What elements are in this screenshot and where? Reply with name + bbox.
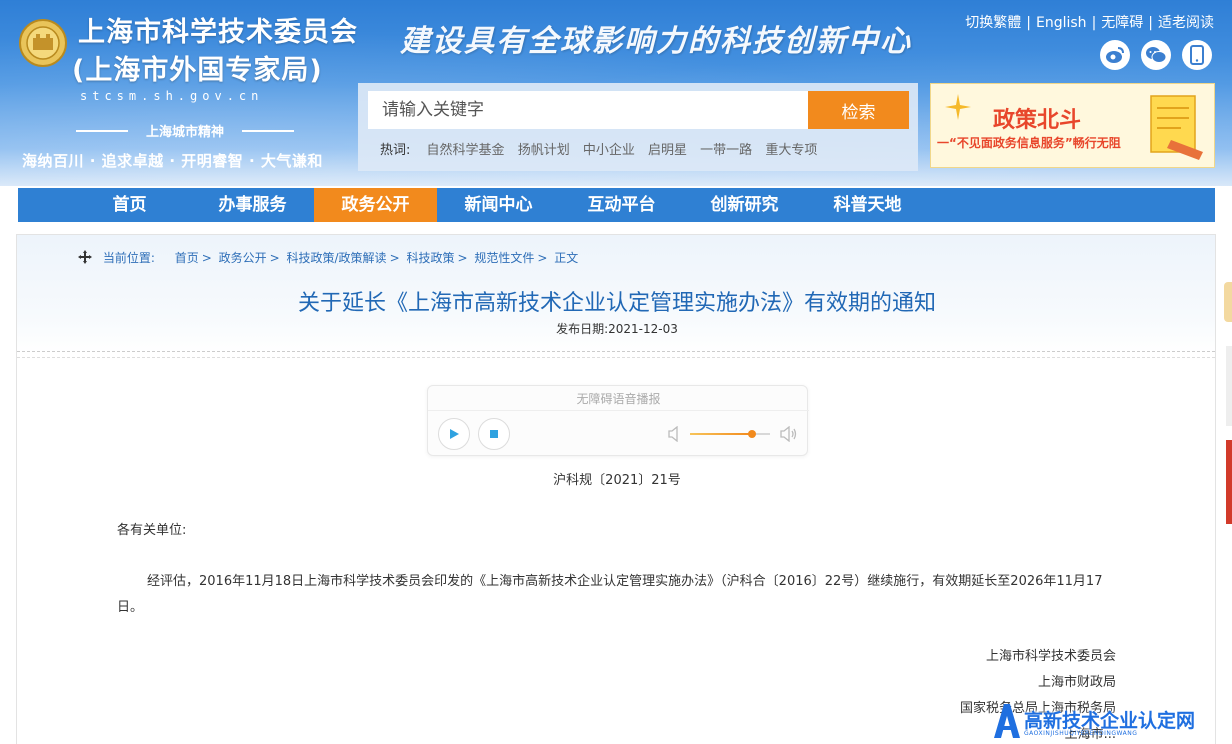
stop-icon (490, 430, 498, 438)
play-button[interactable] (438, 418, 470, 450)
emblem-logo-icon[interactable] (18, 16, 68, 70)
article-title: 关于延长《上海市高新技术企业认定管理实施办法》有效期的通知 (297, 291, 936, 316)
nav-item-services[interactable]: 办事服务 (191, 188, 314, 222)
nav-item-home[interactable]: 首页 (68, 188, 191, 222)
publish-date: 发布日期:2021-12-03 (17, 320, 1217, 337)
article-greeting: 各有关单位: (117, 523, 187, 538)
watermark-logo-icon (994, 704, 1020, 738)
breadcrumb-current[interactable]: 正文 (554, 251, 578, 265)
city-spirit-text: 海纳百川 · 追求卓越 · 开明睿智 · 大气谦和 (22, 152, 323, 170)
document-number: 沪科规〔2021〕21号 (553, 473, 681, 488)
divider (428, 410, 809, 411)
divider (17, 351, 1215, 352)
hot-word-link[interactable]: 启明星 (648, 143, 687, 158)
promo-subtitle: 一“不见面政务信息服务”畅行无阻 (937, 136, 1121, 150)
audio-player: 无障碍语音播报 (427, 385, 809, 456)
hot-word-link[interactable]: 自然科学基金 (427, 143, 505, 158)
city-spirit-title: 上海城市精神 (76, 121, 294, 140)
link-traditional-chinese[interactable]: 切换繁體 (965, 15, 1021, 31)
hot-word-link[interactable]: 扬帆计划 (518, 143, 570, 158)
publish-date-value: 2021-12-03 (608, 322, 678, 336)
link-elderly-mode[interactable]: 适老阅读 (1158, 15, 1214, 31)
watermark: 高新技术企业认定网 GAOXINJISHUQIYERENDINGWANG (990, 700, 1232, 744)
policy-beidou-banner[interactable]: 政策北斗 一“不见面政务信息服务”畅行无阻 (930, 83, 1215, 168)
site-domain: stcsm.sh.gov.cn (80, 89, 264, 103)
nav-item-interaction[interactable]: 互动平台 (560, 188, 683, 222)
search-input[interactable] (368, 91, 808, 129)
signatory: 上海市财政局 (1037, 675, 1116, 690)
side-float-widget[interactable] (1224, 282, 1232, 322)
main-nav: 首页 办事服务 政务公开 新闻中心 互动平台 创新研究 科普天地 (18, 188, 1215, 222)
divider (17, 357, 1215, 358)
link-accessibility[interactable]: 无障碍 (1101, 15, 1143, 31)
hot-word-link[interactable]: 一带一路 (700, 143, 752, 158)
breadcrumb-normative-documents[interactable]: 规范性文件 (474, 251, 534, 265)
breadcrumb-label: 当前位置: (102, 251, 155, 265)
site-header: 上海市科学技术委员会 (上海市外国专家局) stcsm.sh.gov.cn 上海… (0, 0, 1232, 186)
watermark-text: 高新技术企业认定网 (1024, 710, 1196, 732)
play-icon (450, 429, 459, 439)
hot-words: 热词: 自然科学基金 扬帆计划 中小企业 启明星 一带一路 重大专项 (380, 139, 826, 158)
nav-item-government-affairs[interactable]: 政务公开 (314, 188, 437, 222)
breadcrumb-policy-interpretation[interactable]: 科技政策/政策解读 (287, 251, 387, 265)
volume-slider[interactable] (690, 433, 752, 435)
volume-up-icon[interactable] (780, 426, 798, 442)
article-body: 经评估，2016年11月18日上海市科学技术委员会印发的《上海市高新技术企业认定… (117, 574, 1103, 615)
volume-slider-handle[interactable] (748, 430, 756, 438)
volume-mute-icon[interactable] (668, 426, 682, 442)
header-slogan: 建设具有全球影响力的科技创新中心 (400, 24, 912, 59)
breadcrumb-tech-policy[interactable]: 科技政策 (406, 251, 454, 265)
search-button[interactable]: 检索 (808, 91, 909, 129)
promo-title: 政策北斗 (993, 108, 1082, 133)
document-illustration-icon (1150, 95, 1203, 160)
site-name-line2[interactable]: (上海市外国专家局) (72, 48, 323, 87)
breadcrumb-home[interactable]: 首页 (175, 251, 199, 265)
nav-item-innovation-research[interactable]: 创新研究 (683, 188, 806, 222)
sparkle-icon (945, 94, 971, 120)
hot-words-label: 热词: (380, 143, 411, 158)
side-float-widget[interactable] (1226, 440, 1232, 524)
nav-item-science-popularization[interactable]: 科普天地 (806, 188, 929, 222)
stop-button[interactable] (478, 418, 510, 450)
breadcrumb: 当前位置: 首页 > 政务公开 > 科技政策/政策解读 > 科技政策 > 规范性文件 > … (77, 249, 578, 266)
signatory: 上海市科学技术委员会 (985, 649, 1116, 664)
watermark-subtext: GAOXINJISHUQIYERENDINGWANG (1024, 730, 1138, 737)
article-container: 当前位置: 首页 > 政务公开 > 科技政策/政策解读 > 科技政策 > 规范性文件 > … (16, 234, 1216, 744)
search-panel: 检索 热词: 自然科学基金 扬帆计划 中小企业 启明星 一带一路 重大专项 (358, 83, 918, 171)
wechat-icon[interactable] (1141, 40, 1171, 70)
site-name-line1[interactable]: 上海市科学技术委员会 (78, 10, 358, 49)
link-english[interactable]: English (1036, 15, 1087, 31)
location-icon (78, 250, 92, 264)
side-float-widget[interactable] (1226, 346, 1232, 426)
breadcrumb-government-affairs[interactable]: 政务公开 (219, 251, 267, 265)
weibo-icon[interactable] (1100, 40, 1130, 70)
audio-player-title: 无障碍语音播报 (576, 392, 661, 406)
publish-date-label: 发布日期: (556, 322, 609, 336)
hot-word-link[interactable]: 重大专项 (765, 143, 817, 158)
nav-item-news[interactable]: 新闻中心 (437, 188, 560, 222)
hot-word-link[interactable]: 中小企业 (583, 143, 635, 158)
mobile-icon[interactable] (1182, 40, 1212, 70)
top-links: 切换繁體 | English | 无障碍 | 适老阅读 (965, 15, 1214, 31)
